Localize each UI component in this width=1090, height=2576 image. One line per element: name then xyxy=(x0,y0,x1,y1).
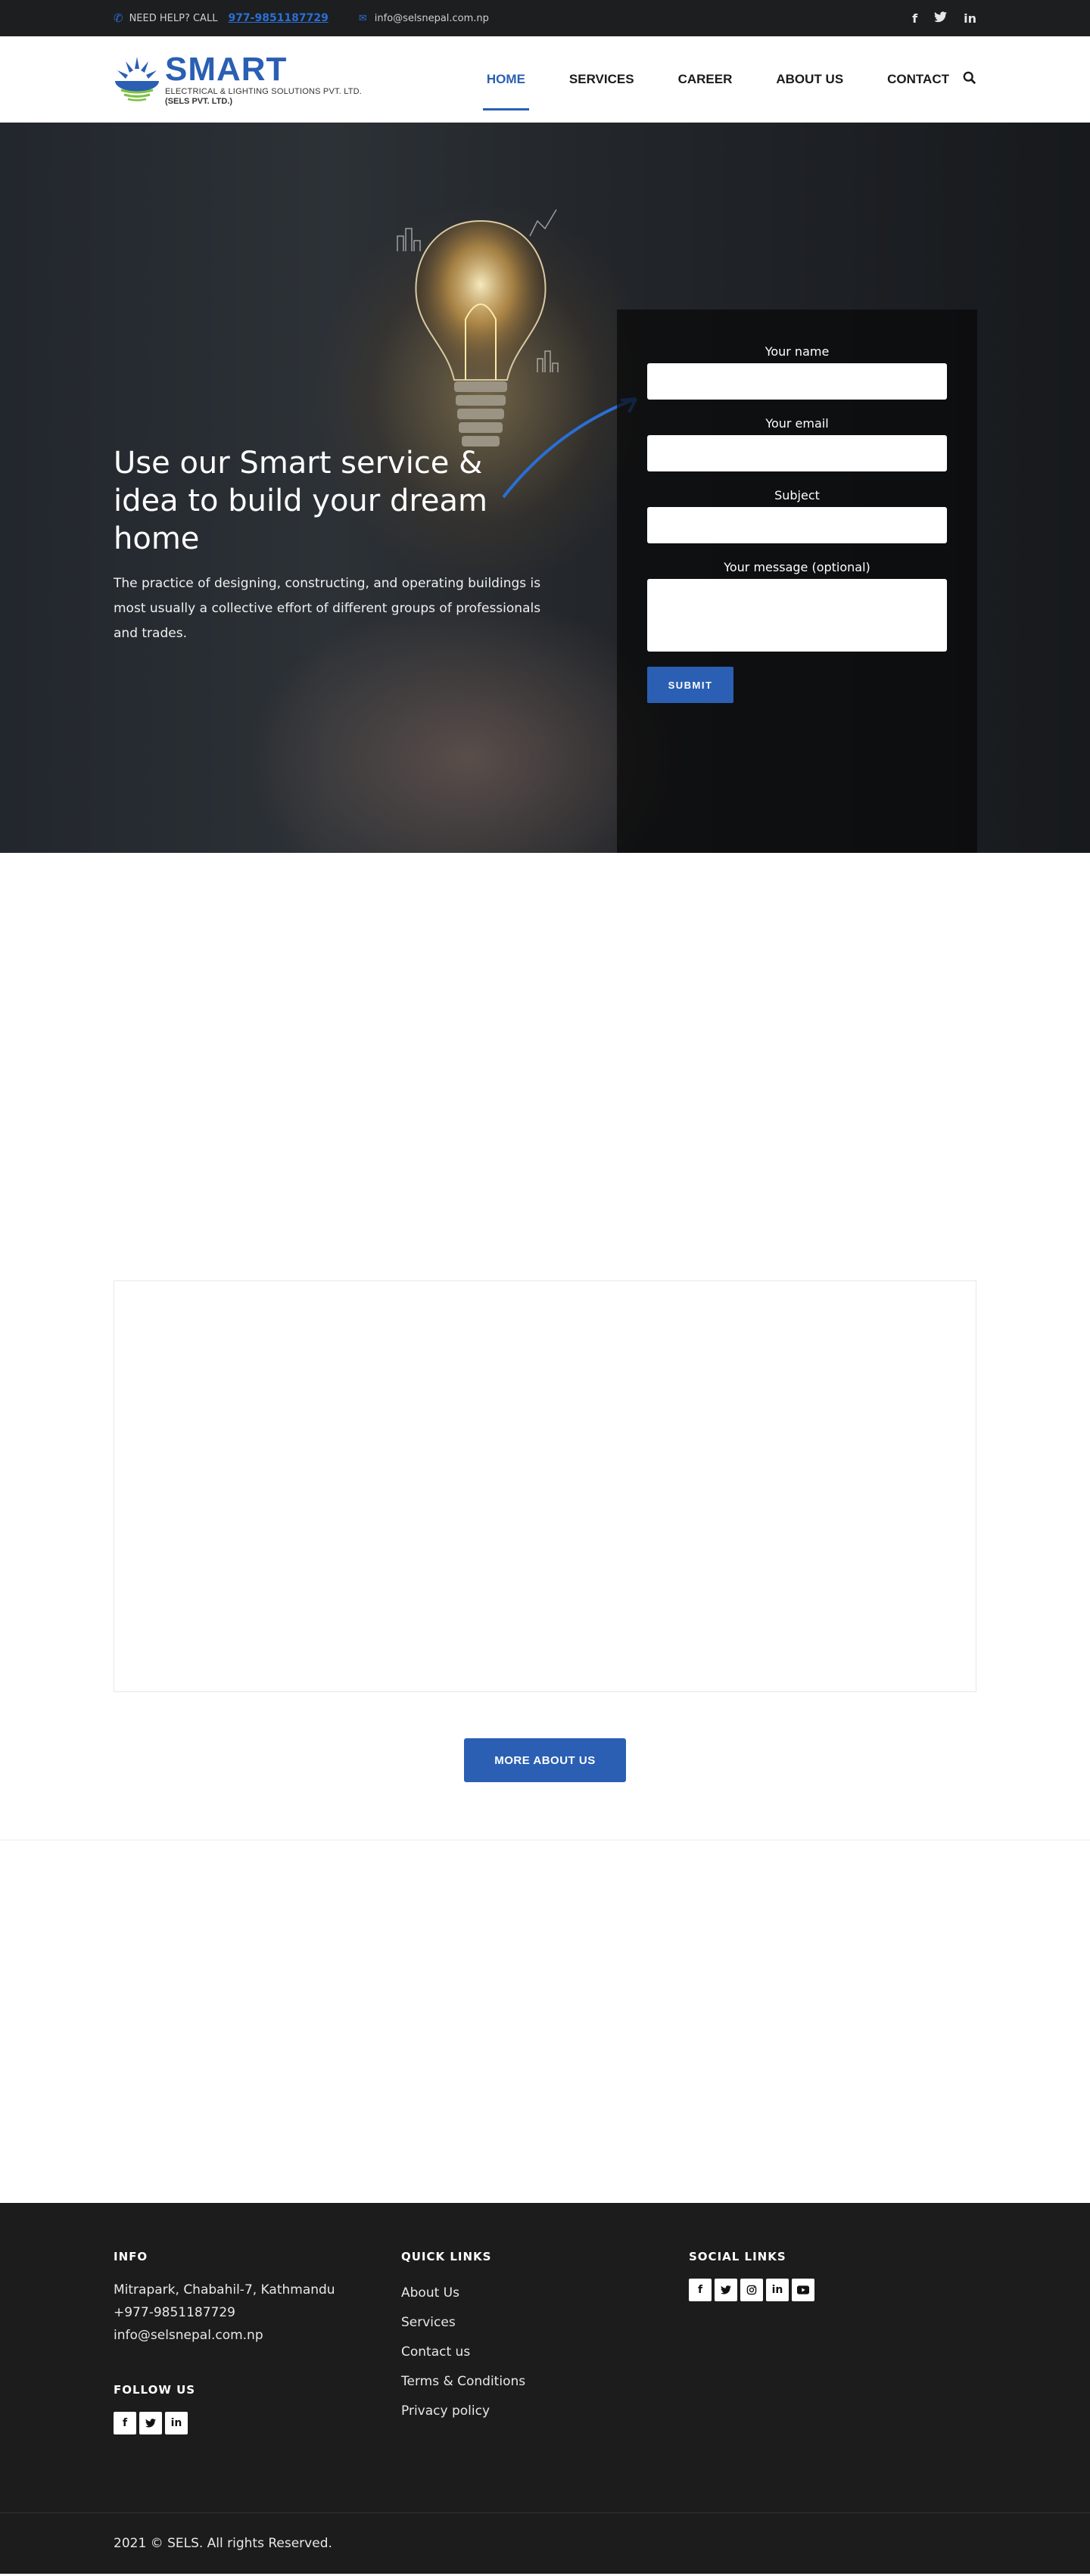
linkedin-icon[interactable]: in xyxy=(766,2279,789,2301)
main-nav: HOME SERVICES CAREER ABOUT US CONTACT xyxy=(443,36,976,123)
instagram-icon[interactable] xyxy=(740,2279,763,2301)
about-card xyxy=(114,1280,976,1692)
footer-link-about[interactable]: About Us xyxy=(401,2279,689,2308)
info-heading: INFO xyxy=(114,2250,148,2263)
logo-subtitle-2: (SELS PVT. LTD.) xyxy=(165,97,233,106)
footer-quick-links: QUICK LINKS About Us Services Contact us… xyxy=(401,2250,689,2434)
search-icon[interactable] xyxy=(963,71,976,89)
contact-form: Your name Your email Subject Your messag… xyxy=(647,344,947,703)
email-field[interactable] xyxy=(647,435,947,471)
facebook-icon[interactable]: f xyxy=(114,2412,136,2434)
social-icons: f in xyxy=(689,2279,976,2301)
youtube-icon[interactable] xyxy=(792,2279,814,2301)
envelope-icon: ✉ xyxy=(358,12,367,24)
nav-item-services[interactable]: SERVICES xyxy=(569,36,634,123)
logo-mark xyxy=(114,52,160,107)
linkedin-icon[interactable]: in xyxy=(964,11,976,26)
follow-heading: FOLLOW US xyxy=(114,2383,196,2397)
footer-address: Mitrapark, Chabahil-7, Kathmandu xyxy=(114,2282,335,2298)
email-text[interactable]: info@selsnepal.com.np xyxy=(375,13,489,24)
nav-item-home[interactable]: HOME xyxy=(482,36,529,123)
footer-link-services[interactable]: Services xyxy=(401,2308,689,2338)
footer-social-links: SOCIAL LINKS f in xyxy=(689,2250,976,2434)
nav-item-about-us[interactable]: ABOUT US xyxy=(776,36,843,123)
contact-form-panel: Your name Your email Subject Your messag… xyxy=(617,310,977,853)
twitter-icon[interactable] xyxy=(715,2279,737,2301)
footer-link-contact[interactable]: Contact us xyxy=(401,2338,689,2367)
footer: INFO Mitrapark, Chabahil-7, Kathmandu +9… xyxy=(0,2203,1090,2512)
twitter-icon[interactable] xyxy=(934,11,948,26)
email-label: Your email xyxy=(765,416,829,431)
hero-text: Use our Smart service & idea to build yo… xyxy=(114,444,553,646)
top-bar: ✆ NEED HELP? CALL 977-9851187729 ✉ info@… xyxy=(0,0,1090,36)
footer-phone: +977-9851187729 xyxy=(114,2305,235,2320)
footer-link-terms[interactable]: Terms & Conditions xyxy=(401,2367,689,2397)
subject-label: Subject xyxy=(774,488,820,502)
copyright-bar: 2021 © SELS. All rights Reserved. xyxy=(0,2512,1090,2574)
facebook-icon[interactable]: f xyxy=(912,11,917,26)
site-header: SMART ELECTRICAL & LIGHTING SOLUTIONS PV… xyxy=(0,36,1090,123)
subject-field[interactable] xyxy=(647,507,947,543)
twitter-icon[interactable] xyxy=(139,2412,162,2434)
nav-item-contact[interactable]: CONTACT xyxy=(887,36,949,123)
more-about-us-button[interactable]: MORE ABOUT US xyxy=(464,1738,626,1782)
name-label: Your name xyxy=(765,344,830,359)
phone-link[interactable]: 977-9851187729 xyxy=(228,12,328,24)
content-spacer-2 xyxy=(0,1840,1090,2203)
footer-info: INFO Mitrapark, Chabahil-7, Kathmandu +9… xyxy=(114,2250,401,2434)
name-field[interactable] xyxy=(647,363,947,400)
hero-description: The practice of designing, constructing,… xyxy=(114,576,541,641)
quick-links-heading: QUICK LINKS xyxy=(401,2250,492,2263)
hero-section: Use our Smart service & idea to build yo… xyxy=(0,123,1090,853)
linkedin-icon[interactable]: in xyxy=(165,2412,188,2434)
logo-subtitle: ELECTRICAL & LIGHTING SOLUTIONS PVT. LTD… xyxy=(165,87,363,96)
facebook-icon[interactable]: f xyxy=(689,2279,712,2301)
top-social-links: f in xyxy=(912,11,976,26)
more-about-section: MORE ABOUT US xyxy=(0,1692,1090,1840)
message-label: Your message (optional) xyxy=(724,560,870,574)
hero-title: Use our Smart service & idea to build yo… xyxy=(114,446,487,556)
message-field[interactable] xyxy=(647,579,947,652)
help-call: ✆ NEED HELP? CALL 977-9851187729 xyxy=(114,11,329,25)
help-text: NEED HELP? CALL xyxy=(129,12,218,24)
follow-icons: f in xyxy=(114,2412,401,2434)
logo-brand: SMART xyxy=(165,51,288,88)
social-links-heading: SOCIAL LINKS xyxy=(689,2250,786,2263)
copyright-text: 2021 © SELS. All rights Reserved. xyxy=(114,2536,332,2551)
email-contact: ✉ info@selsnepal.com.np xyxy=(359,13,489,24)
nav-item-career[interactable]: CAREER xyxy=(678,36,733,123)
submit-button[interactable]: SUBMIT xyxy=(647,667,733,703)
phone-icon: ✆ xyxy=(114,11,123,25)
footer-link-privacy[interactable]: Privacy policy xyxy=(401,2397,689,2426)
logo[interactable]: SMART ELECTRICAL & LIGHTING SOLUTIONS PV… xyxy=(114,52,362,107)
footer-email: info@selsnepal.com.np xyxy=(114,2328,263,2343)
